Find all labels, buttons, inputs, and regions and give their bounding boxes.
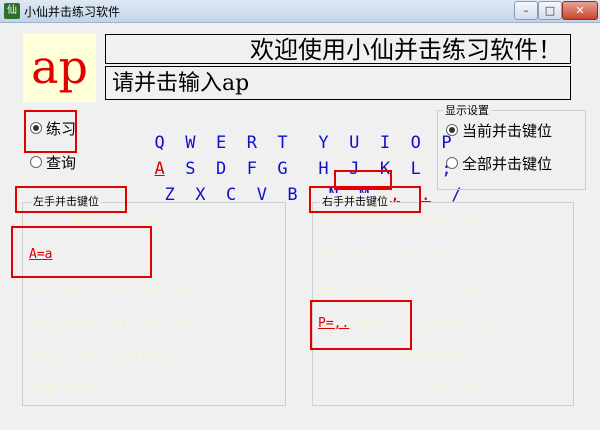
left-map-row-1: W=w E=e R=r T=t <box>30 213 204 227</box>
right-map-row-2: G=h H=j J=k K=l ;=; <box>318 249 485 263</box>
right-map-row-5: T=ko K=ou <box>318 349 463 363</box>
close-button[interactable]: ✕ <box>562 1 598 20</box>
maximize-button[interactable]: □ <box>538 1 562 20</box>
current-keys-radio[interactable] <box>446 124 458 136</box>
current-keys-label[interactable]: 当前并击键位 <box>462 120 552 141</box>
right-current-mapping: P=,. <box>318 316 350 331</box>
query-label[interactable]: 查询 <box>46 152 76 173</box>
practice-radio[interactable] <box>30 122 42 134</box>
right-map-row-3: B=n V=m C=, X=. Z=/ <box>318 283 485 297</box>
key-b: B <box>287 185 298 205</box>
left-map-row-4: Y=df U=dv I=fs O=ds P=cr <box>30 317 204 331</box>
left-map-row-6: N=ev M=ve <box>30 380 96 394</box>
all-keys-radio[interactable] <box>446 157 458 169</box>
right-map-row-6: M=. N=, <box>318 380 492 394</box>
minimize-button[interactable]: – <box>514 1 538 20</box>
left-hand-title: 左手并击键位 <box>31 193 101 209</box>
current-key-display: ap <box>23 34 96 102</box>
practice-label[interactable]: 练习 <box>46 118 76 139</box>
all-keys-label[interactable]: 全部并击键位 <box>462 153 552 174</box>
app-icon: 仙 <box>4 3 20 19</box>
left-current-mapping: A=a <box>29 247 53 262</box>
right-hand-title: 右手并击键位 <box>320 193 390 209</box>
right-map-row-1: Y=y U=u I=i O=o Q=p <box>318 213 485 227</box>
input-prompt: 请并击输入ap <box>105 66 571 100</box>
left-map-row-3: Z=z X=x C=c V=v B=b <box>30 283 197 297</box>
query-radio[interactable] <box>30 156 42 168</box>
left-map-row-5: H=sr J=ef K=rw L=ew <box>30 349 168 363</box>
display-settings-title: 显示设置 <box>443 102 491 118</box>
welcome-banner: 欢迎使用小仙并击练习软件！ <box>105 34 571 64</box>
window-title: 小仙并击练习软件 <box>24 5 121 19</box>
